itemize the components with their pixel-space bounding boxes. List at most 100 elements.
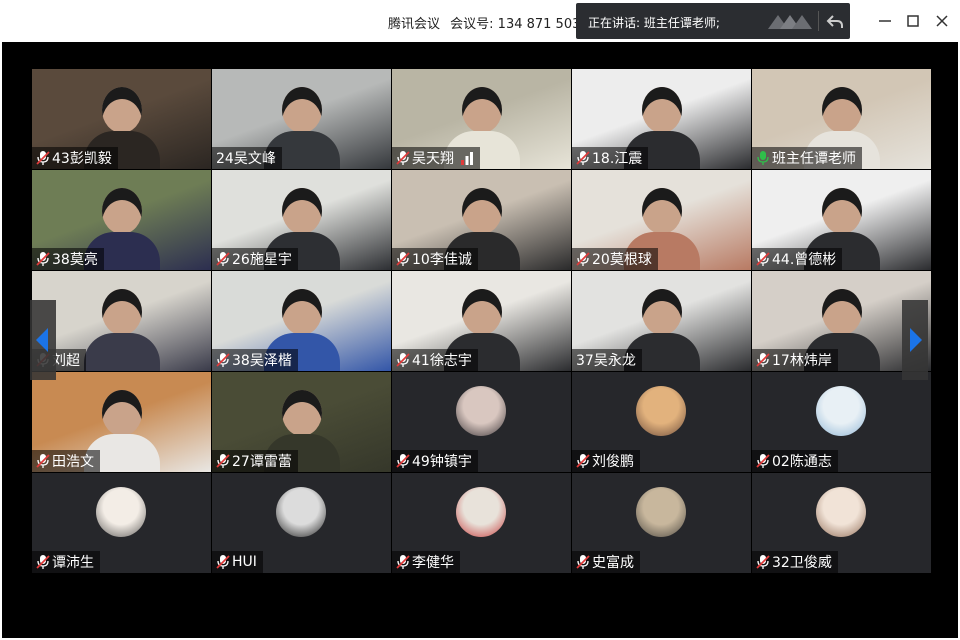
mic-muted-icon <box>216 454 230 468</box>
speaking-text: 正在讲话: 班主任谭老师; <box>588 16 720 30</box>
participant-name: 李健华 <box>412 555 454 571</box>
participant-name: 44.曾德彬 <box>772 252 837 268</box>
participant-name-tag: 27谭雷蕾 <box>212 450 298 472</box>
participant-name: 43彭凯毅 <box>52 151 112 167</box>
participant-tile[interactable]: 38吴泽楷 <box>212 271 391 371</box>
participant-name: HUI <box>232 554 257 570</box>
participant-name: 田浩文 <box>52 454 94 470</box>
participant-tile[interactable]: 32卫俊威 <box>752 473 931 573</box>
participant-avatar <box>456 487 506 537</box>
next-page-arrow-icon[interactable] <box>902 300 928 380</box>
participant-name-tag: 谭沛生 <box>32 551 100 573</box>
mic-muted-icon <box>396 151 410 165</box>
participant-grid: 43彭凯毅 24吴文峰 吴天翔 18.江震 班主任谭老师 38莫亮 26施星宇 10李佳诚 20… <box>32 69 931 573</box>
participant-body <box>84 333 160 371</box>
participant-name: 刘超 <box>52 353 80 369</box>
prev-page-arrow-icon[interactable] <box>30 300 56 380</box>
participant-tile[interactable]: 27谭雷蕾 <box>212 372 391 472</box>
participant-face <box>102 87 142 133</box>
participant-face <box>642 289 682 335</box>
participant-tile[interactable]: 44.曾德彬 <box>752 170 931 270</box>
mic-muted-icon <box>396 555 410 569</box>
participant-name: 刘俊鹏 <box>592 454 634 470</box>
participant-tile[interactable]: 吴天翔 <box>392 69 571 169</box>
participant-tile[interactable]: 49钟镇宇 <box>392 372 571 472</box>
participant-tile[interactable]: 20莫根球 <box>572 170 751 270</box>
popup-divider <box>818 11 819 31</box>
participant-name-tag: 26施星宇 <box>212 248 298 270</box>
mic-muted-icon <box>36 151 50 165</box>
participant-tile[interactable]: 26施星宇 <box>212 170 391 270</box>
participant-name-tag: 10李佳诚 <box>392 248 478 270</box>
participant-name-tag: 17林炜岸 <box>752 349 838 371</box>
participant-face <box>642 87 682 133</box>
participant-name: 史富成 <box>592 555 634 571</box>
mic-muted-icon <box>216 252 230 266</box>
participant-name: 18.江震 <box>592 151 643 167</box>
mic-muted-icon <box>576 555 590 569</box>
mic-muted-icon <box>576 151 590 165</box>
mic-muted-icon <box>576 252 590 266</box>
participant-name-tag: 38莫亮 <box>32 248 104 270</box>
participant-tile[interactable]: HUI <box>212 473 391 573</box>
participant-name-tag: 田浩文 <box>32 450 100 472</box>
signal-strength-icon <box>461 152 473 165</box>
participant-avatar <box>276 487 326 537</box>
close-icon[interactable] <box>933 12 951 30</box>
collapse-icon[interactable] <box>766 11 812 31</box>
participant-name-tag: 41徐志宇 <box>392 349 478 371</box>
participant-tile[interactable]: 刘超 <box>32 271 211 371</box>
participant-name-tag: 史富成 <box>572 551 640 573</box>
participant-face <box>282 87 322 133</box>
participant-name-tag: 班主任谭老师 <box>752 147 862 169</box>
mic-muted-icon <box>36 454 50 468</box>
participant-tile[interactable]: 谭沛生 <box>32 473 211 573</box>
participant-tile[interactable]: 38莫亮 <box>32 170 211 270</box>
participant-name-tag: 38吴泽楷 <box>212 349 298 371</box>
participant-face <box>102 188 142 234</box>
mic-muted-icon <box>756 555 770 569</box>
participant-tile[interactable]: 24吴文峰 <box>212 69 391 169</box>
participant-name: 26施星宇 <box>232 252 292 268</box>
participant-tile[interactable]: 10李佳诚 <box>392 170 571 270</box>
participant-name-tag: 20莫根球 <box>572 248 658 270</box>
participant-face <box>462 188 502 234</box>
participant-name: 吴天翔 <box>412 151 454 167</box>
participant-name-tag: 02陈通志 <box>752 450 838 472</box>
mic-muted-icon <box>36 555 50 569</box>
return-icon[interactable] <box>826 11 844 31</box>
participant-name: 38莫亮 <box>52 252 98 268</box>
minimize-icon[interactable] <box>876 12 894 30</box>
participant-tile[interactable]: 李健华 <box>392 473 571 573</box>
participant-face <box>282 390 322 436</box>
participant-name-tag: 44.曾德彬 <box>752 248 843 270</box>
participant-name-tag: 32卫俊威 <box>752 551 838 573</box>
participant-tile[interactable]: 41徐志宇 <box>392 271 571 371</box>
app-name: 腾讯会议 <box>388 17 441 32</box>
participant-tile[interactable]: 43彭凯毅 <box>32 69 211 169</box>
participant-face <box>642 188 682 234</box>
participant-face <box>462 289 502 335</box>
maximize-icon[interactable] <box>904 12 922 30</box>
participant-name-tag: 37吴永龙 <box>572 349 642 371</box>
participant-face <box>822 87 862 133</box>
participant-tile[interactable]: 田浩文 <box>32 372 211 472</box>
mic-muted-icon <box>576 454 590 468</box>
participant-name: 37吴永龙 <box>576 353 636 369</box>
mic-muted-icon <box>216 555 230 569</box>
mic-on-icon <box>757 151 769 165</box>
participant-tile[interactable]: 史富成 <box>572 473 751 573</box>
participant-name: 班主任谭老师 <box>772 151 856 167</box>
participant-avatar <box>636 487 686 537</box>
participant-name: 38吴泽楷 <box>232 353 292 369</box>
participant-name: 02陈通志 <box>772 454 832 470</box>
participant-tile[interactable]: 班主任谭老师 <box>752 69 931 169</box>
participant-avatar <box>816 487 866 537</box>
participant-tile[interactable]: 37吴永龙 <box>572 271 751 371</box>
participant-face <box>102 289 142 335</box>
participant-tile[interactable]: 18.江震 <box>572 69 751 169</box>
participant-tile[interactable]: 02陈通志 <box>752 372 931 472</box>
participant-name-tag: 43彭凯毅 <box>32 147 118 169</box>
mic-muted-icon <box>756 353 770 367</box>
participant-tile[interactable]: 刘俊鹏 <box>572 372 751 472</box>
